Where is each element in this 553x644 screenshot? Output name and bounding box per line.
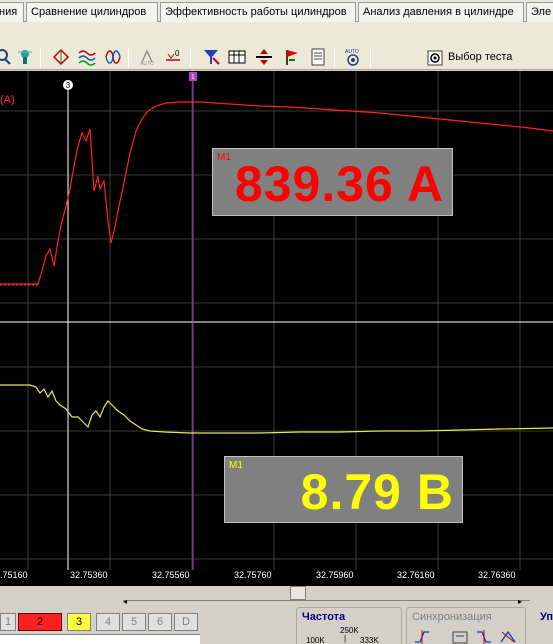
channel-1-button[interactable]: 1	[0, 613, 16, 631]
time-tick: 32.75760	[234, 570, 272, 580]
oscilloscope-display[interactable]: 3 1 (A) M1 839.36 A M1 8.79 B	[0, 71, 553, 570]
measurement-box-voltage[interactable]: M1 8.79 B	[224, 456, 463, 523]
channel-label: 1	[4, 616, 12, 628]
time-scrollbar[interactable]	[0, 586, 553, 606]
toolbar: AUTO 0 AUTO Выбор теста	[0, 22, 553, 70]
time-tick: 32.75960	[316, 570, 354, 580]
select-test-button[interactable]: Выбор теста	[424, 47, 512, 69]
scrollbar-track[interactable]	[123, 600, 530, 606]
tab-cylinder-efficiency[interactable]: Эффективность работы цилиндров	[160, 2, 356, 22]
split-icon[interactable]	[255, 48, 273, 66]
channel-2-button[interactable]: 2	[18, 613, 62, 631]
toolbar-separator	[40, 48, 41, 68]
time-tick: 32.76360	[478, 570, 516, 580]
tab-label: Эффективность работы цилиндров	[165, 6, 347, 18]
tab-label: Эле	[531, 6, 552, 18]
lissajous-icon[interactable]	[104, 48, 122, 66]
channel-6-button[interactable]: 6	[148, 613, 172, 631]
tab-label: Анализ давления в цилиндре	[363, 6, 514, 18]
notes-icon[interactable]	[309, 48, 327, 66]
svg-text:AUTO: AUTO	[345, 49, 359, 55]
m1-marker-label: 1	[191, 74, 195, 81]
channel-label: 4	[104, 616, 112, 628]
time-axis: .75160 32.75360 32.75560 32.75760 32.759…	[0, 570, 553, 586]
cursor-marker-label: 3	[66, 81, 71, 90]
measurement-tag: M1	[229, 460, 243, 471]
channel-settings-panel	[0, 634, 200, 644]
time-tick: 32.75360	[70, 570, 108, 580]
auto-trigger-icon[interactable]: AUTO	[138, 48, 156, 66]
filter-icon[interactable]	[202, 48, 220, 66]
sync-level-icon[interactable]	[452, 630, 468, 644]
time-tick: 32.75560	[152, 570, 190, 580]
channel-4-button[interactable]: 4	[96, 613, 120, 631]
sync-title: Синхронизация	[410, 611, 494, 623]
tab-partial-right[interactable]: Эле	[526, 2, 553, 22]
tab-cylinder-pressure[interactable]: Анализ давления в цилиндре	[358, 2, 524, 22]
select-test-label: Выбор теста	[448, 51, 513, 63]
channel-d-button[interactable]: D	[174, 613, 198, 631]
zero-offset-icon[interactable]: 0	[164, 48, 182, 66]
measurement-tag: M1	[217, 152, 231, 163]
channel-label: D	[182, 616, 190, 628]
control-group-title: Уп	[540, 611, 553, 623]
toolbar-separator	[370, 48, 371, 68]
frequency-min: 100K	[306, 636, 325, 644]
frequency-title: Частота	[300, 611, 348, 623]
channel-5-button[interactable]: 5	[122, 613, 146, 631]
tab-label: Сравнение цилиндров	[31, 6, 147, 18]
toolbar-separator	[128, 48, 129, 68]
flag-icon[interactable]	[283, 48, 301, 66]
frequency-value: 250K	[340, 626, 359, 635]
scrollbar-thumb[interactable]	[290, 586, 306, 600]
svg-text:0: 0	[175, 49, 180, 58]
channel-label: 3	[75, 616, 83, 628]
voltage-value: 8.79 B	[300, 464, 454, 520]
sync-rising-icon[interactable]	[414, 630, 430, 644]
scroll-left-icon[interactable]: ◂	[123, 598, 133, 606]
measurement-box-current[interactable]: M1 839.36 A	[212, 148, 453, 216]
toolbar-separator	[334, 48, 335, 68]
channel1-unit-label: (A)	[0, 94, 15, 106]
toolbar-separator	[190, 48, 191, 68]
tab-partial-left[interactable]: ния	[0, 2, 24, 22]
probe-icon[interactable]	[16, 48, 34, 66]
auto-setup-icon[interactable]: AUTO	[344, 48, 362, 66]
tab-strip: ния Сравнение цилиндров Эффективность ра…	[0, 0, 553, 22]
scroll-right-icon[interactable]: ▸	[518, 598, 528, 606]
svg-text:AUTO: AUTO	[140, 61, 154, 66]
time-tick: .75160	[0, 570, 28, 580]
table-icon[interactable]	[228, 48, 246, 66]
sync-falling-icon[interactable]	[476, 630, 492, 644]
time-tick: 32.76160	[397, 570, 435, 580]
tab-cylinder-comparison[interactable]: Сравнение цилиндров	[26, 2, 158, 22]
gear-icon	[426, 49, 444, 67]
ch2-voltage-trace	[0, 384, 553, 434]
waves-icon[interactable]	[78, 48, 96, 66]
tab-label: ния	[0, 6, 18, 18]
channel-3-button[interactable]: 3	[67, 613, 91, 631]
frequency-max: 333K	[360, 636, 379, 644]
channel-label: 6	[156, 616, 164, 628]
frequency-slider[interactable]: |	[344, 634, 346, 643]
channel-label: 2	[36, 616, 44, 628]
zoom-icon[interactable]	[0, 48, 12, 66]
cursor-icon[interactable]	[52, 48, 70, 66]
sync-cursor-icon[interactable]	[500, 630, 516, 644]
current-value: 839.36 A	[234, 156, 444, 212]
scope-app-window: ния Сравнение цилиндров Эффективность ра…	[0, 0, 553, 644]
channel-label: 5	[130, 616, 138, 628]
